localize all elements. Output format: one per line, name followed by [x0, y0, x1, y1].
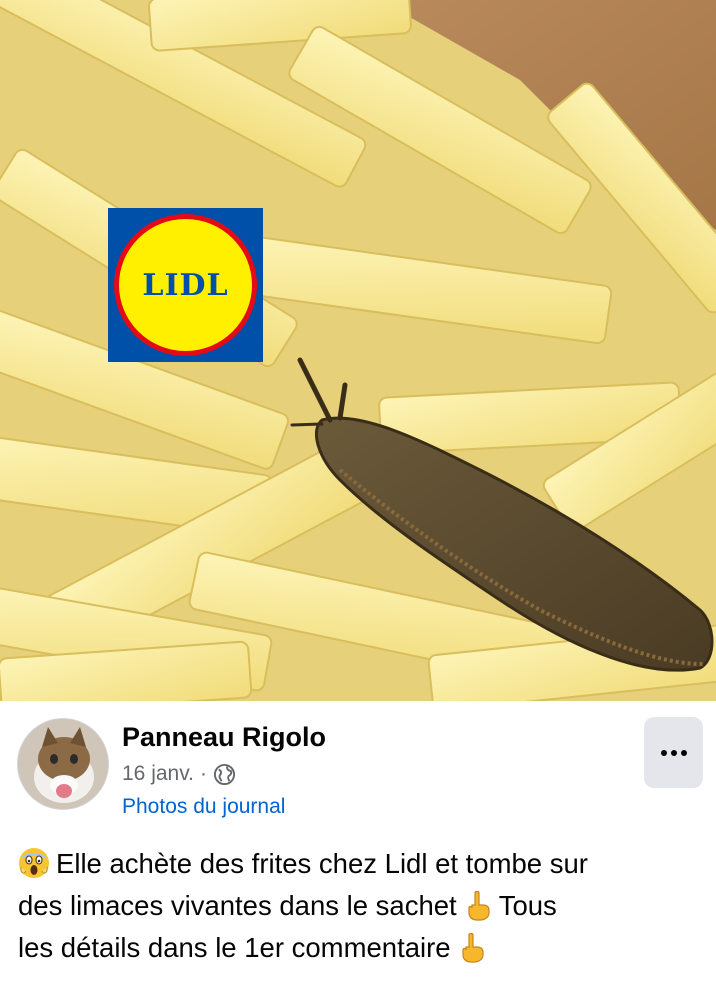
post-message: Elle achète des frites chez Lidl et tomb…: [18, 843, 708, 969]
pointing-down-emoji: [461, 933, 484, 963]
more-options-button[interactable]: [644, 717, 703, 788]
album-link[interactable]: Photos du journal: [122, 795, 285, 819]
post-line-3: les détails dans le 1er commentaire: [18, 927, 708, 969]
post-line-2: des limaces vivantes dans le sachet Tous: [18, 885, 708, 927]
globe-icon[interactable]: [213, 763, 236, 786]
pointing-down-emoji: [468, 891, 490, 921]
lidl-logo-text: LIDL: [142, 267, 229, 303]
more-options-icon: [660, 749, 667, 756]
post-text-line-2b: Tous: [498, 890, 557, 921]
post-text-line-3: les détails dans le 1er commentaire: [18, 932, 451, 963]
more-options-dot: [680, 749, 687, 756]
post-line-1: Elle achète des frites chez Lidl et tomb…: [18, 843, 708, 885]
avatar-image: [18, 719, 108, 809]
post-photo[interactable]: LIDL: [0, 0, 716, 701]
post-text-line-1: Elle achète des frites chez Lidl et tomb…: [56, 848, 588, 879]
post-author[interactable]: Panneau Rigolo: [122, 722, 326, 753]
meta-separator: ·: [200, 762, 207, 785]
post-text-line-2a: des limaces vivantes dans le sachet: [18, 890, 457, 921]
lidl-logo: LIDL: [108, 208, 263, 362]
screaming-face-emoji: [19, 848, 49, 878]
post-date[interactable]: 16 janv.: [122, 762, 194, 786]
post-meta: 16 janv. ·: [122, 762, 236, 786]
more-options-dot: [670, 749, 677, 756]
page-avatar[interactable]: [17, 718, 109, 810]
